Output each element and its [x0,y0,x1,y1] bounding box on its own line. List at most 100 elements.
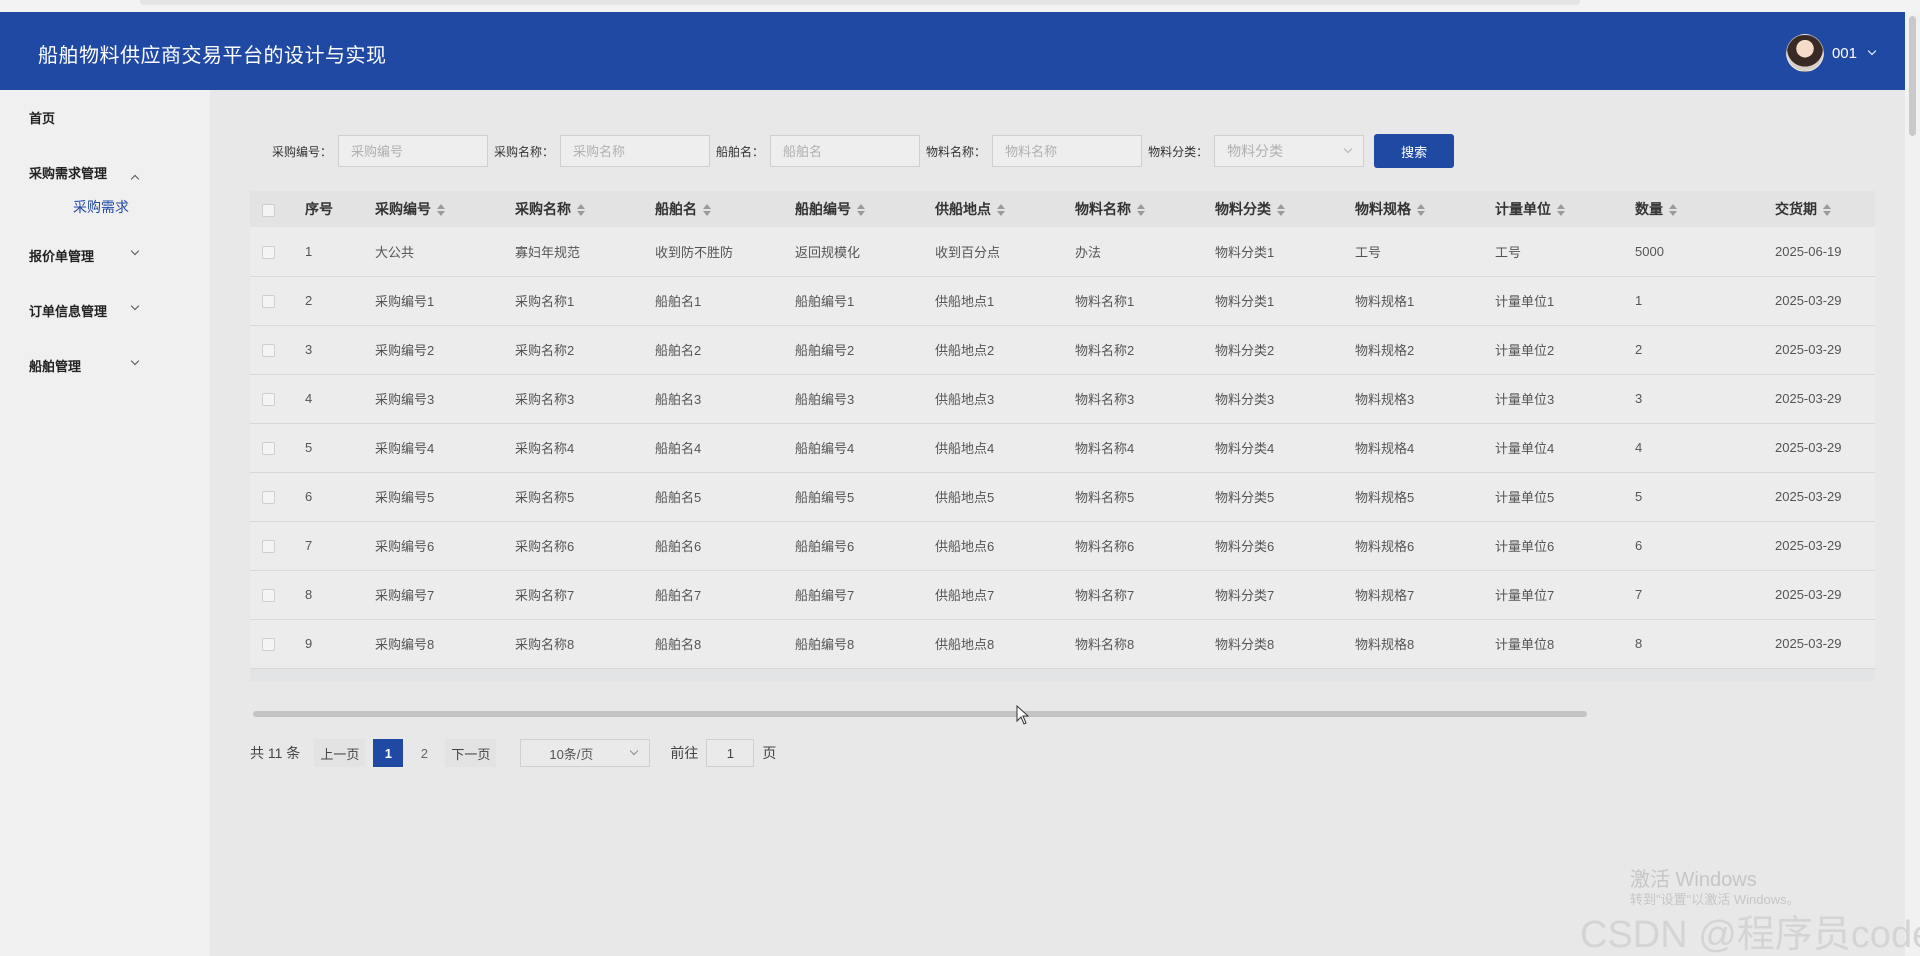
sort-icon[interactable] [437,204,445,217]
pagination: 共 11 条 上一页 1 2 下一页 10条/页 前往 页 [250,739,776,767]
purchase-no-input[interactable] [338,135,489,167]
table-cell: 6 [305,489,313,504]
sort-icon[interactable] [1277,204,1285,217]
row-select-cell [250,668,305,681]
goto-page-input[interactable] [706,739,755,767]
table-cell: 工号 [1495,244,1522,260]
column-header[interactable]: 供船地点 [935,191,1075,227]
sort-icon[interactable] [703,204,711,217]
table-cell: 计量单位5 [1495,490,1555,505]
sidebar-item-quotation-management[interactable]: 报价单管理 [0,228,210,283]
purchase-name-input[interactable] [560,135,711,167]
table-cell: 物料名称3 [1075,392,1135,407]
table-cell: 大公共 [375,244,415,260]
row-checkbox[interactable] [262,344,275,358]
table-horizontal-scrollbar[interactable] [250,709,1875,719]
row-checkbox[interactable] [262,540,275,554]
table-cell: 船舶编号9 [795,668,935,681]
table-row[interactable]: 5 采购编号4 采购名称4 船舶名4 船舶编号4 供船地点4 物料名称4 物料分类4 物料规格4… [250,423,1875,472]
row-checkbox[interactable] [262,491,275,505]
row-checkbox[interactable] [262,295,275,309]
table-cell: 计量单位3 [1495,392,1555,407]
table-cell: 8 [305,587,313,602]
user-menu[interactable]: 001 [1785,34,1877,72]
search-button[interactable]: 搜索 [1374,134,1455,168]
table-cell: 5 [1635,489,1643,504]
next-page-button[interactable]: 下一页 [445,739,497,767]
column-header[interactable]: 采购编号 [375,191,515,227]
column-header[interactable]: 交货期 [1775,191,1875,227]
table-row[interactable]: 2 采购编号1 采购名称1 船舶名1 船舶编号1 供船地点1 物料名称1 物料分类1 物料规格1… [250,276,1875,325]
table-cell: 物料分类4 [1215,441,1275,456]
row-checkbox[interactable] [262,638,275,652]
table-row[interactable]: 7 采购编号6 采购名称6 船舶名6 船舶编号6 供船地点6 物料名称6 物料分类6 物料规格6… [250,521,1875,570]
sort-icon[interactable] [1137,204,1145,217]
table-row[interactable]: 4 采购编号3 采购名称3 船舶名3 船舶编号3 供船地点3 物料名称3 物料分类3 物料规格3… [250,374,1875,423]
table-cell: 8 [1635,636,1643,651]
table-cell: 采购名称1 [515,294,575,309]
search-bar: 采购编号： 采购名称： 船舶名： 物料名称： 物料分类： 物料分类 搜索 [272,134,1455,168]
sort-icon[interactable] [997,204,1005,217]
sort-icon[interactable] [1823,204,1831,217]
page-size-value: 10条/页 [549,746,594,762]
table-cell: 供船地点7 [935,588,995,603]
table-cell: 返回规模化 [795,244,861,260]
page-scrollbar[interactable] [1905,12,1920,956]
select-all-checkbox[interactable] [262,203,275,217]
sidebar-item-ship-management[interactable]: 船舶管理 [0,338,210,393]
table-cell: 物料名称4 [1075,441,1135,456]
table-cell: 船舶名1 [655,294,702,309]
column-header[interactable]: 采购名称 [515,191,655,227]
row-checkbox[interactable] [262,589,275,603]
sort-icon[interactable] [1669,204,1677,217]
chevron-down-icon[interactable] [1867,46,1877,56]
total-count: 共 11 条 [250,745,301,761]
page-number-1[interactable]: 1 [373,739,404,767]
table-cell: 物料分类6 [1215,539,1275,554]
page-size-select[interactable]: 10条/页 [520,739,651,767]
sort-icon[interactable] [1557,204,1565,217]
column-header[interactable]: 数量 [1635,191,1775,227]
table-cell: 9 [1635,668,1775,681]
sidebar-item-order-management[interactable]: 订单信息管理 [0,283,210,338]
table-cell: 2025-03-29 [1775,293,1842,308]
material-name-input[interactable] [992,135,1143,167]
table-cell: 2025-03-29 [1775,636,1842,651]
column-header[interactable]: 船舶名 [655,191,795,227]
table-row[interactable]: 6 采购编号5 采购名称5 船舶名5 船舶编号5 供船地点5 物料名称5 物料分类5 物料规格5… [250,472,1875,521]
page-scrollbar-thumb[interactable] [1909,16,1916,136]
table-row[interactable]: 9 采购编号8 采购名称8 船舶名8 船舶编号8 供船地点8 物料名称8 物料分类8 物料规格8… [250,619,1875,668]
table-cell: 物料分类7 [1215,588,1275,603]
sidebar-item-purchase-demand-management[interactable]: 采购需求管理 [0,145,210,200]
ship-name-input[interactable] [770,135,921,167]
table-row[interactable]: 10采购编号9采购名称9船舶名9船舶编号9供船地点9物料名称9物料分类9物料规格… [250,668,1875,681]
table-row[interactable]: 8 采购编号7 采购名称7 船舶名7 船舶编号7 供船地点7 物料名称7 物料分类7 物料规格7… [250,570,1875,619]
column-header[interactable]: 物料规格 [1355,191,1495,227]
table-cell: 寡妇年规范 [515,244,581,260]
column-header[interactable]: 物料名称 [1075,191,1215,227]
table-scrollbar-thumb[interactable] [253,711,1587,717]
material-category-select[interactable]: 物料分类 [1214,135,1365,167]
column-header[interactable]: 船舶编号 [795,191,935,227]
column-header[interactable]: 计量单位 [1495,191,1635,227]
avatar[interactable] [1785,34,1824,72]
row-checkbox[interactable] [262,442,275,456]
sidebar-item-home[interactable]: 首页 [0,90,210,145]
row-checkbox[interactable] [262,393,275,407]
main-content: 采购编号： 采购名称： 船舶名： 物料名称： 物料分类： 物料分类 搜索 序号 … [210,90,1905,956]
user-name[interactable]: 001 [1832,45,1857,62]
table-cell: 2025-03-29 [1775,440,1842,455]
table-row[interactable]: 3 采购编号2 采购名称2 船舶名2 船舶编号2 供船地点2 物料名称2 物料分类2 物料规格2… [250,325,1875,374]
sort-icon[interactable] [577,204,585,217]
sort-icon[interactable] [857,204,865,217]
sidebar: 首页 采购需求管理 采购需求 报价单管理 订单信息管理 船舶管理 [0,90,210,956]
table-cell: 供船地点1 [935,294,995,309]
table-row[interactable]: 1 大公共 寡妇年规范 收到防不胜防 返回规模化 收到百分点 办法 物料分类1 工号 工号 5000… [250,227,1875,276]
sort-icon[interactable] [1417,204,1425,217]
column-header[interactable]: 物料分类 [1215,191,1355,227]
page-number-2[interactable]: 2 [409,739,439,767]
row-checkbox[interactable] [262,245,275,259]
table-cell: 2 [305,293,313,308]
table-cell: 物料分类5 [1215,490,1275,505]
prev-page-button[interactable]: 上一页 [314,739,366,767]
